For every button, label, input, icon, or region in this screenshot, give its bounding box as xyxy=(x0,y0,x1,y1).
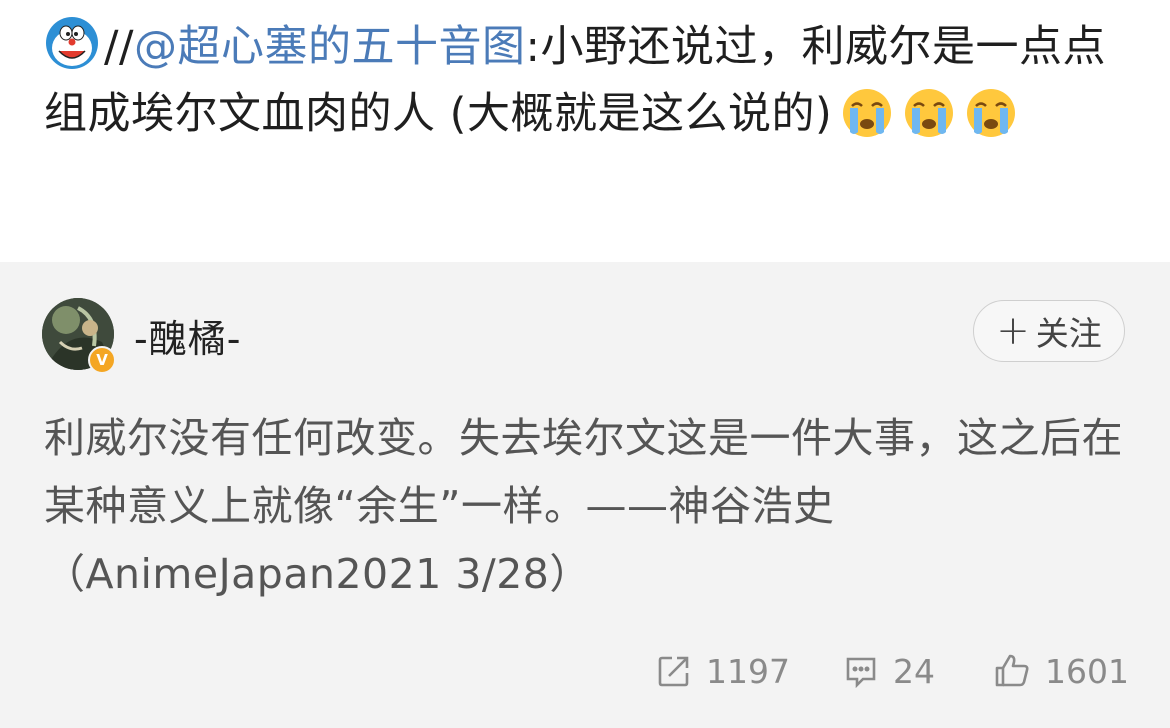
user-mention-link[interactable]: @超心塞的五十音图 xyxy=(134,22,526,72)
comment-button[interactable]: 24 xyxy=(843,646,935,696)
crying-face-icon xyxy=(964,86,1018,140)
verified-badge-icon: V xyxy=(88,346,116,374)
comment-count: 24 xyxy=(893,651,935,691)
repost-button[interactable]: 1197 xyxy=(656,646,790,696)
follow-button-label: 关注 xyxy=(1035,314,1102,353)
repost-text: //@超心塞的五十音图:小野还说过，利威尔是一点点组成埃尔文血肉的人 (大概就是… xyxy=(44,14,1134,148)
follow-button[interactable]: + 关注 xyxy=(973,300,1125,362)
repost-count: 1197 xyxy=(706,651,790,691)
like-count: 1601 xyxy=(1045,651,1129,691)
action-bar: 1197 24 1601 xyxy=(0,646,1170,696)
repost-icon xyxy=(658,656,689,687)
comment-icon xyxy=(846,657,876,689)
thumbs-up-icon xyxy=(995,654,1029,687)
original-post-text: 利威尔没有任何改变。失去埃尔文这是一件大事，这之后在某种意义上就像“余生”一样。… xyxy=(44,414,1123,598)
repost-section: //@超心塞的五十音图:小野还说过，利威尔是一点点组成埃尔文血肉的人 (大概就是… xyxy=(0,0,1170,262)
crying-face-icon xyxy=(902,86,956,140)
doraemon-icon xyxy=(44,15,100,71)
crying-face-icon xyxy=(840,86,894,140)
plus-icon: + xyxy=(996,308,1030,354)
original-post-card[interactable]: V -醜橘- + 关注 利威尔没有任何改变。失去埃尔文这是一件大事，这之后在某种… xyxy=(0,262,1170,728)
username-link[interactable]: -醜橘- xyxy=(134,308,241,363)
like-button[interactable]: 1601 xyxy=(993,646,1129,696)
repost-prefix: // xyxy=(104,22,134,72)
